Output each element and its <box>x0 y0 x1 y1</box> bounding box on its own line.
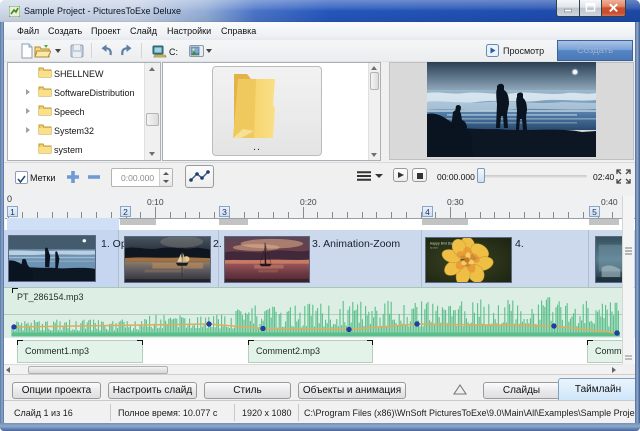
svg-text:to you: to you <box>430 246 438 250</box>
